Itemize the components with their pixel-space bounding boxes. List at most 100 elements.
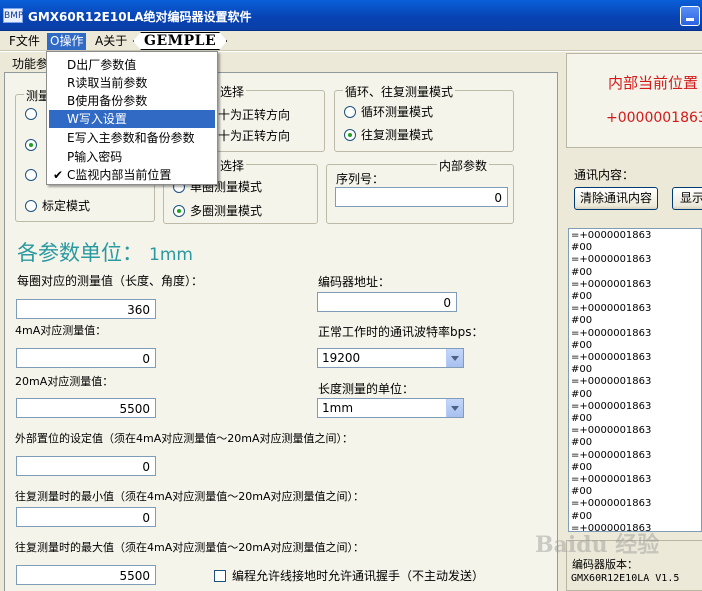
log-line: #00 bbox=[571, 510, 593, 522]
recip-max-input[interactable]: 5500 bbox=[16, 565, 156, 585]
radio-icon bbox=[25, 169, 37, 181]
log-line: #00 bbox=[571, 364, 593, 376]
baud-rate-label: 正常工作时的通讯波特率bps： bbox=[318, 325, 484, 339]
direction-group-title: 选择 bbox=[218, 83, 247, 100]
direction-option-2[interactable]: 十为正转方向 bbox=[218, 127, 290, 144]
radio-icon bbox=[25, 200, 37, 212]
menu-file[interactable]: F文件 bbox=[6, 33, 43, 50]
log-line: #00 bbox=[571, 339, 593, 351]
position-value: +0000001863 bbox=[606, 110, 702, 126]
loop-measure-option[interactable]: 循环测量模式 bbox=[344, 103, 433, 120]
log-line: =+0000001863 bbox=[571, 376, 652, 388]
log-line: #00 bbox=[571, 266, 593, 278]
log-line: #00 bbox=[571, 413, 593, 425]
show-button[interactable]: 显示 bbox=[672, 187, 702, 210]
log-line: =+0000001863 bbox=[571, 425, 652, 437]
measure-option-label: 标定模式 bbox=[42, 199, 91, 213]
loop-group-title: 循环、往复测量模式 bbox=[343, 83, 456, 100]
direction-option-1[interactable]: 十为正转方向 bbox=[218, 106, 290, 123]
measure-option-3[interactable] bbox=[25, 168, 42, 182]
brand-logo: GEMPLE bbox=[133, 32, 227, 50]
chevron-down-icon[interactable] bbox=[446, 399, 463, 417]
operate-menu-item-label: B使用备份参数 bbox=[67, 94, 148, 108]
loop-option-label: 循环测量模式 bbox=[361, 105, 434, 119]
preset-label: 外部置位的设定值（须在4mA对应测量值～20mA对应测量值之间）： bbox=[15, 432, 353, 445]
length-unit-label: 长度测量的单位： bbox=[318, 382, 415, 396]
log-line: #00 bbox=[571, 291, 593, 303]
calibration-mode-option[interactable]: 标定模式 bbox=[25, 197, 90, 214]
units-title: 各参数单位： bbox=[17, 241, 143, 265]
measure-option-2[interactable] bbox=[25, 138, 42, 152]
circle-group-title: 选择 bbox=[218, 157, 247, 174]
log-line: #00 bbox=[571, 315, 593, 327]
units-value: 1mm bbox=[149, 245, 193, 265]
chevron-down-icon[interactable] bbox=[446, 349, 463, 367]
tab-function-params[interactable]: 功能参 bbox=[12, 55, 48, 72]
log-line: =+0000001863 bbox=[571, 352, 652, 364]
menu-about[interactable]: A关于 bbox=[92, 33, 130, 50]
recip-min-label: 往复测量时的最小值（须在4mA对应测量值～20mA对应测量值之间）： bbox=[15, 490, 364, 503]
window-title: GMX60R12E10LA绝对编码器设置软件 bbox=[28, 10, 252, 24]
radio-selected-icon bbox=[344, 129, 356, 141]
log-line: =+0000001863 bbox=[571, 278, 652, 290]
operate-menu-item[interactable]: D出厂参数值 bbox=[49, 56, 215, 74]
clear-comm-button[interactable]: 清除通讯内容 bbox=[574, 187, 658, 210]
log-line: =+0000001863 bbox=[571, 498, 652, 510]
operate-menu-item-label: E写入主参数和备份参数 bbox=[67, 131, 195, 145]
log-line: =+0000001863 bbox=[571, 254, 652, 266]
length-unit-select[interactable]: 1mm bbox=[317, 398, 464, 418]
menu-operate[interactable]: O操作 bbox=[47, 33, 87, 50]
operate-menu-item-label: R读取当前参数 bbox=[67, 76, 148, 90]
per-turn-input[interactable]: 360 bbox=[16, 299, 156, 319]
encoder-address-input[interactable]: 0 bbox=[317, 292, 457, 312]
position-box bbox=[566, 53, 702, 148]
multi-turn-label: 多圈测量模式 bbox=[190, 204, 263, 218]
units-heading: 各参数单位： 1mm bbox=[17, 237, 193, 267]
log-line: =+0000001863 bbox=[571, 230, 652, 241]
log-line: =+0000001863 bbox=[571, 474, 652, 486]
handshake-label: 编程允许线接地时允许通讯握手（不主动发送） bbox=[232, 569, 485, 583]
recip-max-label: 往复测量时的最大值（须在4mA对应测量值～20mA对应测量值之间）： bbox=[15, 541, 364, 554]
internal-group-title: 内部参数 bbox=[437, 157, 490, 174]
ma20-label: 20mA对应测量值： bbox=[15, 375, 114, 388]
log-line: #00 bbox=[571, 486, 593, 498]
encoder-address-label: 编码器地址： bbox=[318, 275, 391, 289]
serial-number-input[interactable]: 0 bbox=[335, 187, 508, 207]
operate-menu-item[interactable]: W写入设置 bbox=[49, 110, 215, 128]
reciprocate-measure-option[interactable]: 往复测量模式 bbox=[344, 126, 433, 143]
menu-bar: F文件 O操作 A关于 GEMPLE bbox=[0, 31, 702, 51]
check-icon: ✔ bbox=[53, 168, 64, 182]
ma20-input[interactable]: 5500 bbox=[16, 398, 156, 418]
operate-menu-item-label: D出厂参数值 bbox=[67, 58, 137, 72]
recip-min-input[interactable]: 0 bbox=[16, 507, 156, 527]
operate-menu-item-label: C监视内部当前位置 bbox=[67, 168, 172, 182]
app-icon: BMP bbox=[3, 8, 23, 23]
operate-menu-item[interactable]: R读取当前参数 bbox=[49, 74, 215, 92]
operate-menu-item[interactable]: B使用备份参数 bbox=[49, 92, 215, 110]
checkbox-icon bbox=[214, 570, 226, 582]
measure-option-1[interactable] bbox=[25, 107, 42, 121]
operate-menu-item[interactable]: E写入主参数和备份参数 bbox=[49, 129, 215, 147]
operate-menu-item-label: P输入密码 bbox=[67, 150, 123, 164]
multi-turn-option[interactable]: 多圈测量模式 bbox=[173, 202, 262, 219]
operate-menu-item[interactable]: ✔ C监视内部当前位置 bbox=[49, 166, 215, 184]
comm-log[interactable]: =+0000001863 #00 =+0000001863 #00 =+00000018… bbox=[568, 228, 702, 532]
watermark: Baidu 经验 bbox=[535, 532, 660, 558]
preset-input[interactable]: 0 bbox=[16, 456, 156, 476]
operate-menu-item[interactable]: P输入密码 bbox=[49, 148, 215, 166]
log-line: #00 bbox=[571, 461, 593, 473]
operate-menu: D出厂参数值 R读取当前参数 B使用备份参数 W写入设置 E写入主参数和备份参数 P输入密… bbox=[46, 51, 218, 185]
log-line: =+0000001863 bbox=[571, 449, 652, 461]
baud-rate-value: 19200 bbox=[322, 351, 361, 365]
log-line: =+0000001863 bbox=[571, 303, 652, 315]
log-line: #00 bbox=[571, 388, 593, 400]
radio-selected-icon bbox=[173, 205, 185, 217]
ma4-input[interactable]: 0 bbox=[16, 348, 156, 368]
handshake-checkbox[interactable]: 编程允许线接地时允许通讯握手（不主动发送） bbox=[214, 567, 484, 584]
minimize-button[interactable] bbox=[680, 6, 700, 26]
position-title: 内部当前位置 bbox=[608, 74, 699, 92]
title-bar: BMP GMX60R12E10LA绝对编码器设置软件 bbox=[0, 0, 702, 31]
radio-icon bbox=[25, 108, 37, 120]
baud-rate-select[interactable]: 19200 bbox=[317, 348, 464, 368]
serial-number-label: 序列号： bbox=[336, 172, 385, 186]
